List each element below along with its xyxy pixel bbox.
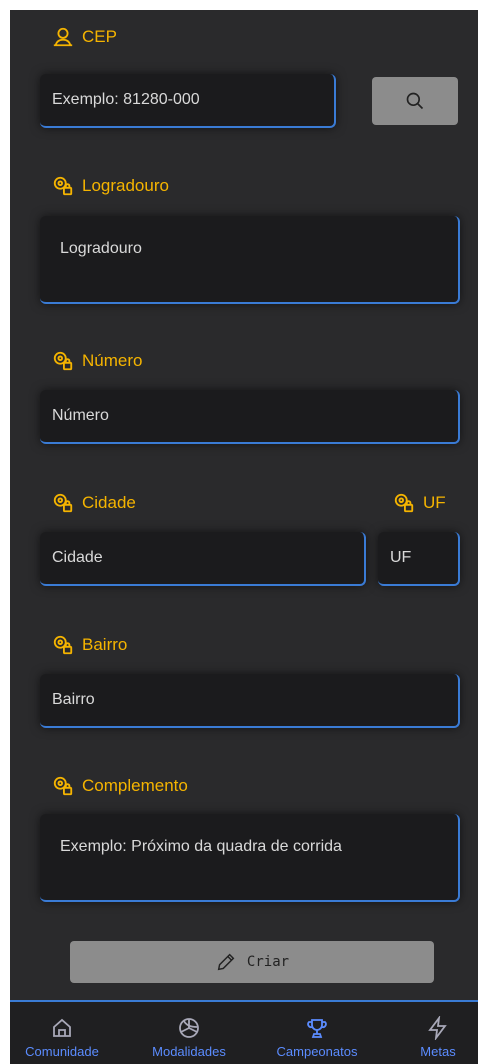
nav-item-metas[interactable]: Metas [408, 1016, 468, 1059]
home-icon [53, 1018, 71, 1037]
cidade-label-text: Cidade [82, 493, 136, 512]
cidade-placeholder: Cidade [52, 549, 103, 566]
logradouro-input[interactable]: Logradouro [40, 216, 460, 304]
uf-label-text: UF [423, 493, 446, 512]
cidade-input[interactable]: Cidade [40, 532, 366, 586]
numero-placeholder: Número [52, 407, 109, 424]
uf-input[interactable]: UF [378, 532, 460, 586]
bottom-navigation: Comunidade Modalidades Campeonatos Metas [10, 1000, 478, 1064]
logradouro-label: Logradouro [52, 175, 169, 197]
cep-input[interactable]: Exemplo: 81280-000 [40, 74, 336, 128]
numero-input[interactable]: Número [40, 390, 460, 444]
location-pin-icon [53, 635, 73, 655]
bairro-label: Bairro [52, 634, 127, 656]
logradouro-label-text: Logradouro [82, 176, 169, 195]
nav-label-campeonatos: Campeonatos [276, 1044, 358, 1059]
cep-label-text: CEP [82, 27, 117, 46]
location-pin-icon [394, 493, 414, 513]
cep-placeholder: Exemplo: 81280-000 [52, 91, 200, 108]
nav-label-metas: Metas [420, 1044, 456, 1059]
cidade-label: Cidade [52, 492, 136, 514]
complemento-label: Complemento [52, 775, 188, 797]
nav-item-modalidades[interactable]: Modalidades [134, 1016, 244, 1059]
numero-label: Número [52, 350, 142, 372]
numero-label-text: Número [82, 351, 143, 370]
complemento-input[interactable]: Exemplo: Próximo da quadra de corrida [40, 814, 460, 902]
bairro-input[interactable]: Bairro [40, 674, 460, 728]
bairro-placeholder: Bairro [52, 691, 95, 708]
search-cep-button[interactable] [372, 77, 458, 125]
lightning-icon [428, 1016, 447, 1040]
bairro-label-text: Bairro [82, 635, 128, 654]
logradouro-placeholder: Logradouro [60, 240, 142, 257]
create-button-label: Criar [246, 954, 290, 970]
location-pin-icon [53, 493, 73, 513]
search-icon [406, 92, 424, 110]
nav-label-modalidades: Modalidades [152, 1044, 226, 1059]
pencil-icon [217, 953, 235, 971]
nav-label-comunidade: Comunidade [25, 1044, 99, 1059]
volleyball-icon [179, 1018, 199, 1038]
uf-placeholder: UF [390, 549, 412, 566]
complemento-label-text: Complemento [82, 776, 188, 795]
nav-item-comunidade[interactable]: Comunidade [10, 1016, 114, 1059]
cep-label: CEP [52, 26, 117, 48]
uf-label: UF [393, 492, 446, 514]
location-pin-icon [53, 351, 73, 371]
create-button[interactable]: Criar [70, 941, 434, 983]
location-pin-icon [53, 176, 73, 196]
user-location-icon [53, 27, 73, 47]
location-pin-icon [53, 776, 73, 796]
nav-item-campeonatos[interactable]: Campeonatos [262, 1016, 372, 1059]
trophy-icon [307, 1019, 327, 1038]
complemento-placeholder: Exemplo: Próximo da quadra de corrida [60, 838, 342, 855]
